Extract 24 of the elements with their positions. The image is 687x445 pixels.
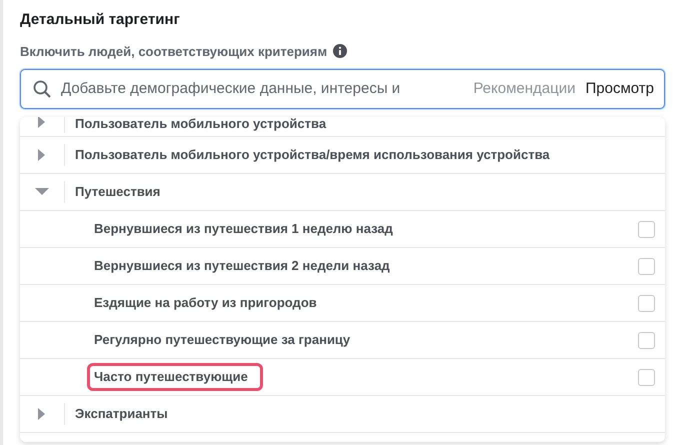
collapse-icon[interactable] [35,188,49,196]
info-icon[interactable] [333,44,348,58]
search-field[interactable]: Добавьте демографические данные, интересы и Рекомендации Просмотр [20,69,665,109]
subtitle: Включить людей, соответствующих критериям [20,42,328,61]
search-icon [33,80,51,98]
browse-link[interactable]: Просмотр [585,78,654,100]
checkbox[interactable] [638,258,655,274]
section-title: Детальный таргетинг [20,10,181,30]
category-label[interactable]: Пользователь мобильного устройства/время использования устройства [75,145,550,165]
checkbox[interactable] [638,220,655,238]
checkbox[interactable] [638,294,655,312]
expand-icon[interactable] [38,149,46,161]
checkbox[interactable] [638,332,655,348]
highlighted-option-label[interactable]: Часто путешествующие [87,363,263,391]
option-label[interactable]: Вернувшиеся из путешествия 1 неделю назад [94,219,638,239]
option-label[interactable]: Ездящие на работу из пригородов [94,293,638,313]
category-label[interactable]: Пользователь мобильного устройства [75,117,326,133]
category-label[interactable]: Путешествия [75,182,160,202]
expand-icon[interactable] [38,408,46,420]
option-label[interactable]: Вернувшиеся из путешествия 2 недели назад [94,256,638,276]
checkbox[interactable] [638,368,655,386]
option-label[interactable]: Регулярно путешествующие за границу [94,330,638,350]
expand-icon[interactable] [38,117,46,128]
category-label[interactable]: Экспатрианты [75,404,168,424]
